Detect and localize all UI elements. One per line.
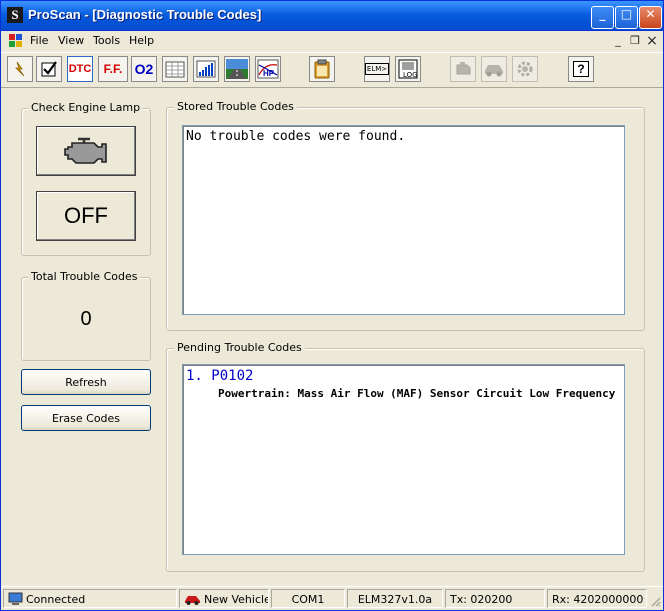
engine-block-icon [456,62,471,75]
hp-label: HP [263,69,275,78]
stored-trouble-codes-title: Stored Trouble Codes [174,100,297,113]
stored-codes-textbox[interactable]: No trouble codes were found. [182,125,625,315]
elm-terminal-icon: ELM> [364,63,390,75]
pending-code-value: P0102 [211,368,254,384]
mdi-minimize-button[interactable]: _ [611,34,625,48]
pending-code-description: Powertrain: Mass Air Flow (MAF) Sensor C… [218,387,616,400]
o2-sensor-tool-button[interactable]: O2 [131,56,157,82]
menu-bar: File View Tools Help _ ❐ × [1,31,663,51]
pending-code-line: 1. P0102 [186,368,621,384]
list-item: 1. P0102 Powertrain: Mass Air Flow (MAF)… [186,368,621,402]
table-grid-icon [165,61,185,78]
refresh-button[interactable]: Refresh [21,369,151,395]
help-tool-button[interactable]: ? [568,56,594,82]
engine-lamp-indicator [36,126,136,176]
resize-grip-icon[interactable] [649,595,661,607]
close-button[interactable]: ✕ [639,6,662,29]
status-bar: Connected New Vehicle COM1 ELM327v1.0a T… [1,586,663,610]
status-connection: Connected [3,589,177,608]
freeze-frame-tool-button[interactable]: F.F. [98,56,128,82]
check-engine-lamp-group: Check Engine Lamp OFF [21,101,151,256]
mdi-restore-button[interactable]: ❐ [628,34,642,48]
total-codes-count: 0 [80,308,92,330]
car-icon [485,65,503,77]
freeze-frame-icon: F.F. [103,62,123,76]
bar-graph-icon [196,60,216,78]
red-car-icon [185,596,200,605]
erase-codes-button[interactable]: Erase Codes [21,405,151,431]
lamp-state: OFF [36,191,136,241]
readiness-tool-button[interactable] [36,56,62,82]
minimize-button[interactable]: _ [591,6,614,29]
proscan-app-icon[interactable]: S [7,7,23,23]
clipboard-icon [314,59,330,79]
total-trouble-codes-title: Total Trouble Codes [28,270,141,283]
road-icon [226,59,248,79]
status-port: COM1 [271,589,345,608]
pending-trouble-codes-title: Pending Trouble Codes [174,341,305,354]
maximize-button[interactable]: □ [615,6,638,29]
check-engine-icon [64,137,107,164]
status-tx: Tx: 020200 [445,589,545,608]
menu-file[interactable]: File [30,34,48,47]
toolbar: DTC F.F. O2 HP ELM> LOG ? [1,52,663,88]
computer-icon [8,592,23,605]
menu-tools[interactable]: Tools [93,34,120,47]
help-icon: ? [573,61,589,77]
status-vehicle: New Vehicle [179,589,269,608]
settings-tool-button[interactable] [512,56,538,82]
mdi-close-button[interactable]: × [645,34,659,48]
dtc-tool-button[interactable]: DTC [67,56,93,82]
pending-trouble-codes-group: Pending Trouble Codes 1. P0102 Powertrai… [166,341,645,572]
check-engine-lamp-title: Check Engine Lamp [28,101,144,114]
total-trouble-codes-group: Total Trouble Codes 0 [21,270,151,361]
log-label: LOG [403,71,418,79]
o2-icon: O2 [134,61,154,77]
graph-tool-button[interactable] [193,56,219,82]
status-connection-text: Connected [26,593,86,606]
horsepower-tool-button[interactable]: HP [255,56,281,82]
title-bar[interactable]: S ProScan - [Diagnostic Trouble Codes] _… [1,1,663,31]
status-vehicle-text: New Vehicle [204,593,269,606]
pending-code-index: 1. [186,368,203,384]
dtc-icon: DTC [68,63,92,75]
stored-trouble-codes-group: Stored Trouble Codes No trouble codes we… [166,100,645,331]
elm-terminal-tool-button[interactable]: ELM> [364,56,390,82]
engine-tool-button[interactable] [450,56,476,82]
window-title: ProScan - [Diagnostic Trouble Codes] [28,7,262,22]
clipboard-tool-button[interactable] [309,56,335,82]
vehicle-tool-button[interactable] [481,56,507,82]
gear-icon [517,61,533,77]
log-tool-button[interactable]: LOG [395,56,421,82]
mdi-child-icon[interactable] [9,34,23,48]
dashboard-tool-button[interactable] [224,56,250,82]
status-interface: ELM327v1.0a [347,589,443,608]
status-rx: Rx: 4202000000 [547,589,647,608]
checkbox-icon [41,61,57,77]
pending-codes-textbox[interactable]: 1. P0102 Powertrain: Mass Air Flow (MAF)… [182,364,625,555]
connect-tool-button[interactable] [7,56,33,82]
menu-help[interactable]: Help [129,34,154,47]
stored-codes-message: No trouble codes were found. [186,129,406,144]
menu-view[interactable]: View [58,34,84,47]
lightning-icon [15,61,25,77]
proscan-window: S ProScan - [Diagnostic Trouble Codes] _… [0,0,664,611]
table-tool-button[interactable] [162,56,188,82]
